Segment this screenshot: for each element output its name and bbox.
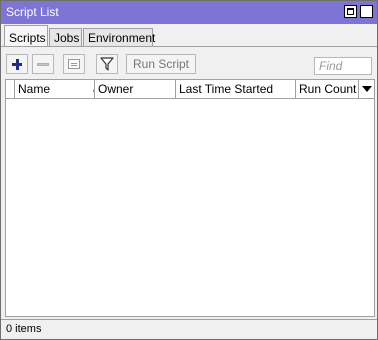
filter-button[interactable] [96, 54, 118, 74]
column-header-owner[interactable]: Owner [95, 80, 176, 98]
header-spacer [6, 80, 15, 98]
toolbar: Run Script Find [1, 48, 377, 78]
tab-jobs[interactable]: Jobs [49, 28, 82, 46]
add-button[interactable] [6, 54, 28, 74]
tab-environment[interactable]: Environment [83, 28, 155, 46]
title-bar[interactable]: Script List × [1, 1, 377, 24]
close-button[interactable]: × [360, 4, 373, 18]
comment-button[interactable] [63, 54, 85, 74]
script-table[interactable]: Name / Owner Last Time Started Run Count [5, 79, 375, 317]
column-header-name[interactable]: Name / [15, 80, 95, 98]
close-icon: × [362, 4, 370, 18]
remove-button[interactable] [32, 54, 54, 74]
table-header: Name / Owner Last Time Started Run Count [6, 80, 374, 99]
script-list-window: Script List × Scripts Jobs Environment R… [0, 0, 378, 340]
column-menu-dropdown[interactable] [359, 80, 374, 98]
status-bar: 0 items [1, 319, 377, 339]
restore-icon [347, 8, 354, 15]
tab-divider [1, 46, 377, 47]
window-title: Script List [6, 5, 59, 19]
note-icon [68, 59, 80, 69]
tab-scripts[interactable]: Scripts [4, 25, 48, 47]
column-header-run-count[interactable]: Run Count [296, 80, 359, 98]
filter-icon [100, 57, 114, 71]
restore-button[interactable] [344, 5, 357, 18]
column-header-last-time-started[interactable]: Last Time Started [176, 80, 296, 98]
find-input[interactable]: Find [314, 57, 372, 75]
run-script-button[interactable]: Run Script [126, 54, 196, 74]
tab-bar: Scripts Jobs Environment [1, 24, 377, 47]
minus-icon [37, 63, 49, 66]
